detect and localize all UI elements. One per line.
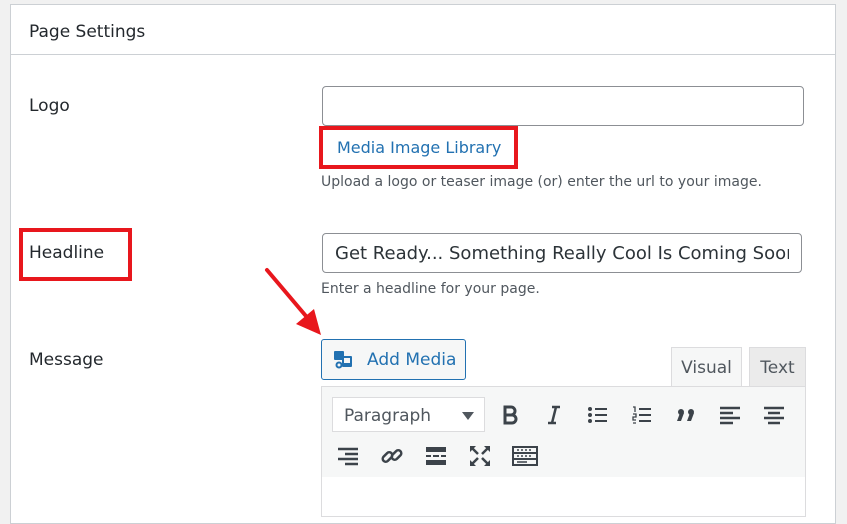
tab-text-label: Text xyxy=(760,358,795,378)
align-center-icon xyxy=(764,406,784,425)
logo-url-input[interactable] xyxy=(322,86,804,126)
bold-icon xyxy=(503,405,518,425)
tab-visual-label: Visual xyxy=(681,358,732,378)
media-image-library-link[interactable]: Media Image Library xyxy=(337,138,501,157)
format-select-value: Paragraph xyxy=(344,406,432,426)
add-media-icon xyxy=(334,351,352,369)
red-arrow-annotation xyxy=(265,268,321,335)
align-left-button[interactable] xyxy=(714,399,746,431)
chevron-down-icon xyxy=(462,412,474,420)
bullet-list-button[interactable] xyxy=(582,399,614,431)
add-media-label: Add Media xyxy=(367,350,457,370)
align-center-button[interactable] xyxy=(758,399,790,431)
tab-text[interactable]: Text xyxy=(749,347,806,387)
read-more-icon xyxy=(426,447,446,465)
italic-icon xyxy=(548,405,560,425)
toolbar-toggle-button[interactable] xyxy=(508,440,540,472)
headline-label: Headline xyxy=(29,243,105,263)
insert-link-button[interactable] xyxy=(376,440,408,472)
message-label: Message xyxy=(29,350,104,370)
fullscreen-button[interactable] xyxy=(464,440,496,472)
tab-visual[interactable]: Visual xyxy=(671,347,742,388)
read-more-button[interactable] xyxy=(420,440,452,472)
numbered-list-button[interactable] xyxy=(626,399,658,431)
add-media-button[interactable]: Add Media xyxy=(321,339,466,380)
link-icon xyxy=(381,448,403,464)
align-right-button[interactable] xyxy=(332,440,364,472)
blockquote-button[interactable] xyxy=(670,399,702,431)
format-select[interactable]: Paragraph xyxy=(332,397,485,432)
numbered-list-icon xyxy=(632,406,651,424)
fullscreen-icon xyxy=(470,446,490,466)
headline-help-text: Enter a headline for your page. xyxy=(321,281,540,297)
toolbar-toggle-icon xyxy=(512,446,538,466)
italic-button[interactable] xyxy=(538,399,570,431)
panel-header: Page Settings xyxy=(11,5,835,55)
logo-label: Logo xyxy=(29,96,70,116)
editor-content-area[interactable] xyxy=(321,477,806,517)
logo-help-text: Upload a logo or teaser image (or) enter… xyxy=(321,174,762,190)
align-left-icon xyxy=(720,406,740,425)
panel-title: Page Settings xyxy=(29,22,146,42)
align-right-icon xyxy=(338,447,358,466)
editor-toolbar: Paragraph xyxy=(321,386,806,478)
headline-input[interactable] xyxy=(322,233,802,273)
bullet-list-icon xyxy=(588,407,607,423)
blockquote-icon xyxy=(677,409,694,421)
bold-button[interactable] xyxy=(494,399,526,431)
